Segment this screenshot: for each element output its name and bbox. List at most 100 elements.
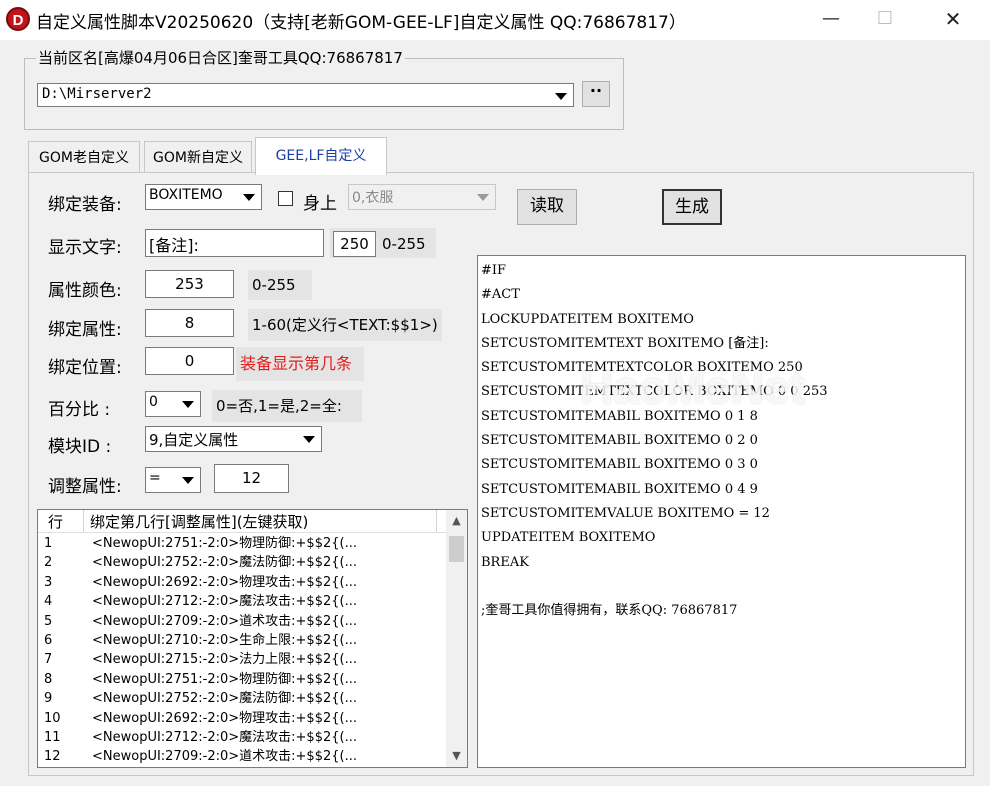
browse-button[interactable]: ·· (582, 81, 610, 107)
row-text: <NewopUI:2712:-2:0>魔法攻击:+$$2{(... (92, 594, 357, 610)
bind-equip-select[interactable]: BOXITEMO (145, 184, 262, 210)
on-body-label: 身上 (303, 194, 337, 214)
list-item[interactable]: 6 <NewopUI:2710:-2:0>生命上限:+$$2{(... (38, 631, 446, 650)
tab-gee-lf[interactable]: GEE,LF自定义 (255, 137, 387, 175)
list-header: 行 绑定第几行[调整属性](左键获取) (38, 510, 448, 533)
attr-color-input[interactable]: 253 (145, 270, 234, 298)
row-text: <NewopUI:2715:-2:0>法力上限:+$$2{(... (92, 652, 357, 668)
title-bar: D 自定义属性脚本V20250620（支持[老新GOM-GEE-LF]自定义属性… (0, 0, 990, 40)
row-number: 1 (44, 536, 53, 551)
row-number: 11 (44, 729, 61, 745)
chevron-down-icon (303, 436, 315, 443)
generate-button[interactable]: 生成 (662, 189, 722, 225)
app-icon: D (6, 7, 30, 31)
list-item[interactable]: 3 <NewopUI:2692:-2:0>物理攻击:+$$2{(... (38, 573, 446, 592)
list-item[interactable]: 4 <NewopUI:2712:-2:0>魔法攻击:+$$2{(... (38, 592, 446, 611)
list-item[interactable]: 12 <NewopUI:2709:-2:0>道术攻击:+$$2{(... (38, 747, 446, 766)
row-list-view[interactable]: 行 绑定第几行[调整属性](左键获取) 1 <NewopUI:2751:-2:0>… (37, 509, 468, 768)
minimize-button[interactable]: — (808, 0, 854, 40)
bind-pos-hint: 装备显示第几条 (236, 347, 365, 381)
column-divider[interactable] (83, 510, 84, 532)
module-select[interactable]: 9,自定义属性 (145, 426, 322, 452)
chevron-down-icon (182, 401, 194, 408)
row-number: 8 (44, 671, 53, 687)
column-divider[interactable] (436, 510, 437, 532)
read-button[interactable]: 读取 (517, 189, 577, 225)
percent-label: 百分比 : (48, 400, 111, 420)
on-body-checkbox[interactable] (278, 191, 293, 206)
chevron-down-icon (243, 194, 255, 201)
row-text: <NewopUI:2752:-2:0>魔法防御:+$$2{(... (92, 555, 357, 571)
body-slot-select[interactable]: 0,衣服 (348, 184, 496, 210)
script-output-textarea[interactable]: #IF #ACT LOCKUPDATEITEM BOXITEMO SETCUST… (477, 255, 966, 768)
list-scrollbar[interactable]: ▲ ▼ (446, 510, 467, 767)
scroll-thumb[interactable] (449, 536, 464, 562)
bind-attr-hint: 1-60(定义行<TEXT:$$1>) (248, 309, 442, 341)
bind-equip-label: 绑定装备: (48, 195, 122, 215)
percent-select[interactable]: 0 (145, 391, 201, 417)
chevron-up-icon[interactable]: ▲ (446, 510, 467, 532)
code-line: UPDATEITEM BOXITEMO (481, 530, 656, 546)
row-text: <NewopUI:2692:-2:0>物理攻击:+$$2{(... (92, 574, 357, 590)
list-item[interactable]: 11 <NewopUI:2712:-2:0>魔法攻击:+$$2{(... (38, 728, 446, 747)
row-number: 10 (44, 710, 61, 726)
column-header-text[interactable]: 绑定第几行[调整属性](左键获取) (90, 511, 308, 532)
row-number: 9 (44, 691, 53, 707)
close-button[interactable]: ✕ (930, 0, 976, 40)
chevron-down-icon (182, 477, 194, 484)
adjust-op-value: = (149, 470, 161, 486)
window-title: 自定义属性脚本V20250620（支持[老新GOM-GEE-LF]自定义属性 Q… (36, 13, 686, 33)
code-line: #ACT (481, 287, 520, 303)
bind-pos-input[interactable]: 0 (145, 347, 234, 375)
code-line: BREAK (481, 554, 529, 570)
row-number: 12 (44, 749, 61, 765)
attr-color-label: 属性颜色: (48, 281, 122, 301)
display-text-range: 0-255 (382, 235, 426, 253)
code-line: SETCUSTOMITEMTEXT BOXITEMO [备注]: (481, 335, 769, 351)
display-text-input[interactable]: [备注]: (145, 229, 324, 257)
row-text: <NewopUI:2709:-2:0>道术攻击:+$$2{(... (92, 749, 357, 765)
script-output-lines: #IF #ACT LOCKUPDATEITEM BOXITEMO SETCUST… (481, 259, 828, 623)
bind-equip-value: BOXITEMO (149, 187, 223, 203)
row-text: <NewopUI:2751:-2:0>物理防御:+$$2{(... (92, 536, 357, 551)
watermark: HaoMeNet (580, 361, 805, 413)
list-item[interactable]: 1 <NewopUI:2751:-2:0>物理防御:+$$2{(... (38, 534, 446, 553)
code-line: LOCKUPDATEITEM BOXITEMO (481, 311, 694, 327)
list-item[interactable]: 9 <NewopUI:2752:-2:0>魔法防御:+$$2{(... (38, 689, 446, 708)
region-legend: 当前区名[高爆04月06日合区]奎哥工具QQ:76867817 (36, 47, 405, 68)
display-text-label: 显示文字: (48, 238, 122, 258)
code-line: SETCUSTOMITEMABIL BOXITEMO 0 2 0 (481, 433, 758, 449)
chevron-down-icon[interactable]: ▼ (446, 745, 467, 767)
code-line: SETCUSTOMITEMABIL BOXITEMO 0 3 0 (481, 457, 758, 473)
bind-attr-label: 绑定属性: (48, 320, 122, 340)
list-item[interactable]: 10 <NewopUI:2692:-2:0>物理攻击:+$$2{(... (38, 709, 446, 728)
row-text: <NewopUI:2709:-2:0>道术攻击:+$$2{(... (92, 613, 357, 629)
display-text-color-input[interactable]: 250 (333, 231, 376, 257)
column-header-row[interactable]: 行 (48, 511, 63, 532)
adjust-value-input[interactable]: 12 (214, 464, 289, 493)
server-path-combo[interactable]: D:\Mirserver2 (37, 83, 574, 107)
list-item[interactable]: 5 <NewopUI:2709:-2:0>道术攻击:+$$2{(... (38, 612, 446, 631)
tab-gom-new[interactable]: GOM新自定义 (144, 141, 252, 173)
adjust-label: 调整属性: (48, 477, 122, 497)
row-number: 6 (44, 632, 53, 648)
row-text: <NewopUI:2712:-2:0>魔法攻击:+$$2{(... (92, 729, 357, 745)
tab-gom-old[interactable]: GOM老自定义 (28, 141, 140, 173)
server-path-value: D:\Mirserver2 (42, 86, 152, 102)
attr-color-range: 0-255 (248, 270, 312, 300)
list-item[interactable]: 2 <NewopUI:2752:-2:0>魔法防御:+$$2{(... (38, 553, 446, 572)
bind-attr-input[interactable]: 8 (145, 309, 234, 337)
maximize-button[interactable]: ☐ (862, 0, 908, 40)
row-number: 3 (44, 574, 53, 590)
row-number: 2 (44, 555, 53, 571)
row-number: 7 (44, 652, 53, 668)
list-item[interactable]: 8 <NewopUI:2751:-2:0>物理防御:+$$2{(... (38, 670, 446, 689)
row-text: <NewopUI:2751:-2:0>物理防御:+$$2{(... (92, 671, 357, 687)
module-value: 9,自定义属性 (149, 431, 239, 449)
adjust-op-select[interactable]: = (145, 467, 201, 493)
list-item[interactable]: 7 <NewopUI:2715:-2:0>法力上限:+$$2{(... (38, 650, 446, 669)
row-text: <NewopUI:2692:-2:0>物理攻击:+$$2{(... (92, 710, 357, 726)
row-text: <NewopUI:2710:-2:0>生命上限:+$$2{(... (92, 632, 357, 648)
list-rows: 1 <NewopUI:2751:-2:0>物理防御:+$$2{(... 2 <New… (38, 534, 446, 767)
